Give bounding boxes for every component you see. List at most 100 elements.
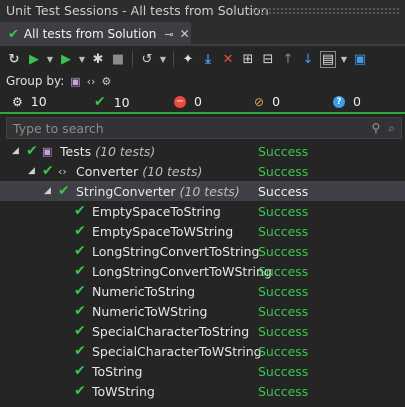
toolbar: ↻ ▶ ▼ ▶ ▼ ✱ ■ ↺ ▼ ✦ ⤓ ✕ ⊞ ⊟ ↑ ↓ ▤ ▼ ▣ [0, 46, 405, 72]
build-dropdown-icon[interactable]: ▼ [158, 49, 168, 69]
failed-icon: − [174, 95, 186, 108]
success-check-icon: ✔ [74, 223, 86, 239]
success-check-icon: ✔ [74, 243, 86, 259]
collapse-arrow-icon[interactable]: ◢ [12, 146, 19, 156]
status-text: Success [258, 143, 309, 159]
window-titlebar: Unit Test Sessions - All tests from Solu… [0, 0, 405, 22]
test-row[interactable]: ✔ LongStringConvertToString Success [0, 241, 405, 261]
group-by-label: Group by: [6, 74, 65, 88]
test-name: EmptySpaceToWString [92, 223, 234, 239]
run-icon[interactable]: ▶ [57, 49, 75, 69]
unknown-count[interactable]: ? 0 [333, 94, 361, 109]
node-label: Converter (10 tests) [76, 163, 203, 179]
total-count-value: 10 [30, 94, 47, 109]
failed-count[interactable]: − 0 [174, 94, 202, 109]
passed-count-value: 10 [113, 94, 130, 110]
passed-count[interactable]: ✔ 10 [94, 94, 130, 110]
collapse-arrow-icon[interactable]: ◢ [44, 186, 51, 196]
window-title: Unit Test Sessions - All tests from Solu… [6, 3, 269, 18]
success-check-icon: ✔ [74, 363, 86, 379]
drag-grip[interactable] [248, 7, 399, 15]
debug-icon[interactable]: ✱ [89, 49, 107, 69]
track-icon[interactable]: ▣ [351, 49, 369, 69]
test-row[interactable]: ✔ ToWString Success [0, 381, 405, 401]
test-name: SpecialCharacterToWString [92, 343, 262, 359]
group-by-bar: Group by: ▣ ‹› ⚙ [6, 72, 111, 90]
run-all-dropdown-icon[interactable]: ▼ [45, 49, 55, 69]
test-row[interactable]: ✔ LongStringConvertToWString Success [0, 261, 405, 281]
run-dropdown-icon[interactable]: ▼ [77, 49, 87, 69]
namespace-group-icon[interactable]: ‹› [87, 75, 96, 88]
passed-check-icon: ✔ [94, 94, 106, 110]
collapse-arrow-icon[interactable]: ◢ [28, 166, 35, 176]
import-icon[interactable]: ⤓ [199, 49, 217, 69]
tab-strip: ✔ All tests from Solution ⊸ ✕ [0, 22, 405, 44]
success-check-icon: ✔ [74, 323, 86, 339]
test-row[interactable]: ✔ EmptySpaceToWString Success [0, 221, 405, 241]
pin-icon[interactable]: ⊸ [164, 28, 173, 41]
ignored-count-value: 0 [272, 94, 281, 109]
success-check-icon: ✔ [74, 203, 86, 219]
success-check-icon: ✔ [74, 343, 86, 359]
expand-all-icon[interactable]: ⊞ [239, 49, 257, 69]
toolbar-separator [132, 51, 133, 67]
build-icon[interactable]: ↺ [138, 49, 156, 69]
test-name: NumericToWString [92, 303, 208, 319]
status-text: Success [258, 283, 309, 299]
status-text: Success [258, 343, 309, 359]
collapse-all-icon[interactable]: ⊟ [259, 49, 277, 69]
status-text: Success [258, 383, 309, 399]
test-row[interactable]: ✔ EmptySpaceToString Success [0, 201, 405, 221]
close-icon[interactable]: ✕ [180, 27, 190, 41]
search-options-icon[interactable]: ⚲ [371, 121, 380, 136]
result-counts: ⚙ 10 ✔ 10 − 0 ⊘ 0 ? 0 [0, 92, 405, 112]
layout-dropdown-icon[interactable]: ▼ [339, 49, 349, 69]
test-row[interactable]: ✔ SpecialCharacterToString Success [0, 321, 405, 341]
test-name: LongStringConvertToWString [92, 263, 272, 279]
next-failed-icon[interactable]: ↓ [299, 49, 317, 69]
status-text: Success [258, 323, 309, 339]
namespace-icon: ‹› [58, 164, 67, 178]
previous-failed-icon[interactable]: ↑ [279, 49, 297, 69]
status-text: Success [258, 243, 309, 259]
status-text: Success [258, 223, 309, 239]
test-row[interactable]: ✔ SpecialCharacterToWString Success [0, 341, 405, 361]
tree-node-class[interactable]: ◢ ✔ StringConverter (10 tests) Success [0, 181, 405, 201]
tab-all-tests[interactable]: ✔ All tests from Solution ⊸ ✕ [0, 22, 191, 44]
run-all-icon[interactable]: ▶ [25, 49, 43, 69]
test-row[interactable]: ✔ NumericToWString Success [0, 301, 405, 321]
success-check-icon: ✔ [8, 26, 19, 42]
test-row[interactable]: ✔ NumericToString Success [0, 281, 405, 301]
test-name: LongStringConvertToString [92, 243, 260, 259]
tree-node-namespace[interactable]: ◢ ✔ ‹› Converter (10 tests) Success [0, 161, 405, 181]
project-group-icon[interactable]: ▣ [70, 75, 80, 88]
test-name: ToWString [92, 383, 155, 399]
status-text: Success [258, 163, 309, 179]
class-group-icon[interactable]: ⚙ [101, 75, 111, 88]
search-icon[interactable]: ⌕ [388, 121, 395, 136]
node-label: Tests (10 tests) [60, 143, 156, 159]
success-check-icon: ✔ [58, 183, 70, 199]
project-icon: ▣ [42, 144, 53, 158]
node-label: StringConverter (10 tests) [76, 183, 240, 199]
success-check-icon: ✔ [74, 383, 86, 399]
test-name: SpecialCharacterToString [92, 323, 250, 339]
test-tree: ◢ ✔ ▣ Tests (10 tests) Success ◢ ✔ ‹› Co… [0, 141, 405, 401]
search-box[interactable]: ⚲ ⌕ [6, 117, 402, 139]
status-text: Success [258, 183, 309, 199]
dotcover-icon[interactable]: ✦ [179, 49, 197, 69]
ignored-eye-icon: ⊘ [254, 94, 265, 109]
remove-icon[interactable]: ✕ [219, 49, 237, 69]
search-input[interactable] [13, 120, 343, 136]
test-row[interactable]: ✔ ToString Success [0, 361, 405, 381]
unknown-count-value: 0 [353, 94, 361, 109]
tree-node-root[interactable]: ◢ ✔ ▣ Tests (10 tests) Success [0, 141, 405, 161]
ignored-count[interactable]: ⊘ 0 [254, 94, 280, 109]
toolbar-separator [173, 51, 174, 67]
status-text: Success [258, 263, 309, 279]
stop-icon[interactable]: ■ [109, 49, 127, 69]
total-count[interactable]: ⚙ 10 [12, 94, 47, 109]
layout-icon[interactable]: ▤ [319, 49, 337, 69]
refresh-icon[interactable]: ↻ [5, 49, 23, 69]
failed-count-value: 0 [194, 94, 202, 109]
